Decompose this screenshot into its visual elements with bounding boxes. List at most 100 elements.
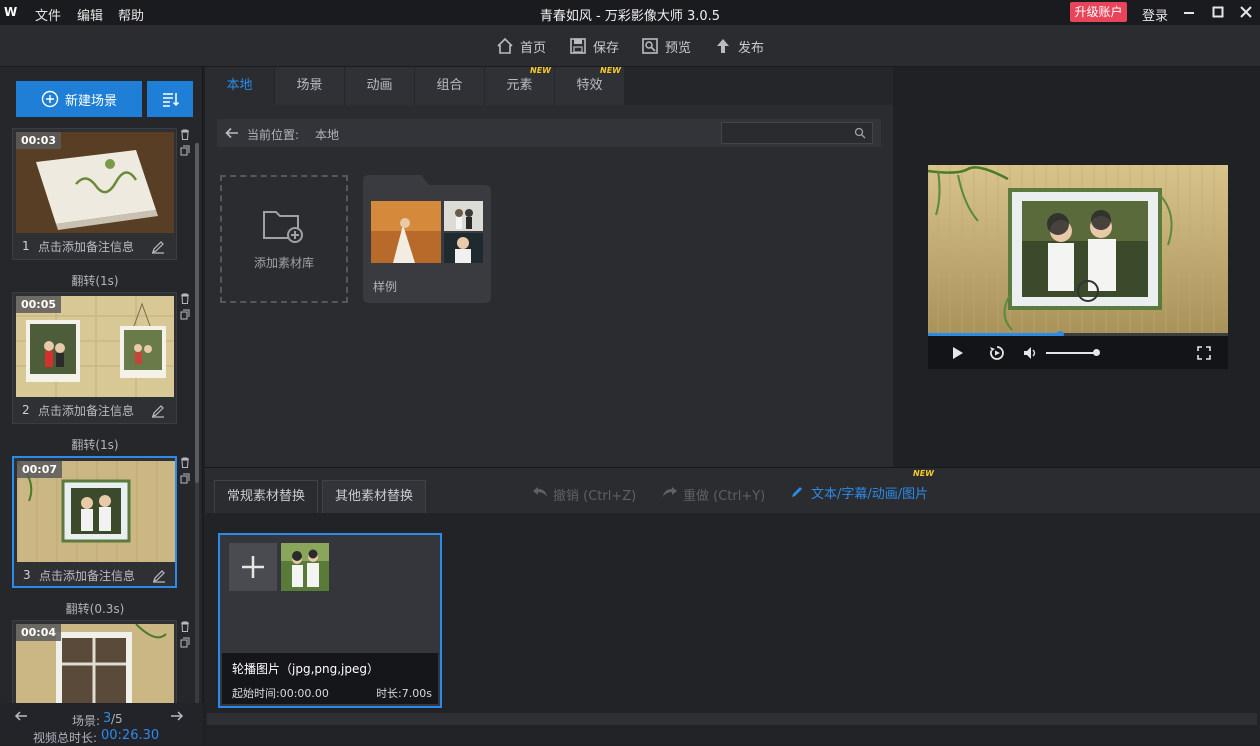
play-icon[interactable]: [952, 346, 964, 360]
copy-icon[interactable]: [180, 309, 190, 320]
transition-label[interactable]: 翻转(1s): [0, 436, 190, 453]
tab-local[interactable]: 本地: [205, 67, 275, 105]
edit-icon[interactable]: [151, 404, 165, 418]
fullscreen-icon[interactable]: [1197, 346, 1211, 360]
delete-icon[interactable]: [180, 293, 190, 304]
card-start-time: 起始时间:00:00.00: [232, 687, 329, 700]
tab-animation[interactable]: 动画: [345, 67, 415, 105]
scene-index: 1: [22, 239, 30, 253]
replay-icon[interactable]: [989, 345, 1005, 361]
tab-regular-replace[interactable]: 常规素材替换: [214, 480, 319, 514]
text-subtitle-edit-link[interactable]: 文本/字幕/动画/图片: [811, 483, 928, 502]
new-scene-label: 新建场景: [64, 93, 117, 109]
search-icon[interactable]: [854, 127, 866, 139]
delete-icon[interactable]: [180, 129, 190, 140]
back-arrow-icon[interactable]: [225, 127, 239, 139]
pencil-icon: [792, 487, 802, 497]
location-value[interactable]: 本地: [315, 126, 339, 143]
scene-note[interactable]: 点击添加备注信息: [38, 402, 134, 419]
edit-icon[interactable]: [151, 240, 165, 254]
delete-icon[interactable]: [180, 457, 190, 468]
add-image-button[interactable]: [229, 543, 277, 591]
card-info: 轮播图片（jpg,png,jpeg） 起始时间:00:00.00 时长:7.00…: [222, 653, 438, 704]
close-icon[interactable]: [1238, 4, 1254, 20]
scene-count-label: 场景:: [72, 714, 101, 728]
carousel-image-card[interactable]: 轮播图片（jpg,png,jpeg） 起始时间:00:00.00 时长:7.00…: [218, 533, 442, 708]
sample-folder[interactable]: 样例: [363, 175, 491, 303]
maximize-icon[interactable]: [1210, 4, 1226, 20]
save-label: 保存: [593, 40, 620, 56]
login-link[interactable]: 登录: [1142, 5, 1168, 24]
upgrade-account-button[interactable]: 升级账户: [1070, 2, 1127, 22]
preview-icon: [642, 38, 658, 54]
image-thumbnail[interactable]: [281, 543, 329, 591]
preview-button[interactable]: 预览: [641, 36, 691, 56]
save-button[interactable]: 保存: [569, 36, 619, 56]
search-input[interactable]: [721, 122, 873, 144]
add-library-button[interactable]: 添加素材库: [220, 175, 348, 303]
publish-button[interactable]: 发布: [714, 36, 764, 56]
tab-combination[interactable]: 组合: [415, 67, 485, 105]
list-sort-icon: [163, 93, 180, 107]
card-title: 轮播图片（jpg,png,jpeg）: [232, 662, 379, 676]
folder-name: 样例: [373, 280, 398, 294]
video-controls: [928, 336, 1228, 369]
scene-footer: 场景: 3 /5 视频总时长: 00:26.30: [0, 703, 203, 745]
add-library-label: 添加素材库: [253, 255, 314, 270]
tab-scene[interactable]: 场景: [275, 67, 345, 105]
scene-total: /5: [111, 712, 123, 726]
plus-icon: [242, 556, 264, 578]
preview-panel: [893, 67, 1260, 467]
scene-note[interactable]: 点击添加备注信息: [39, 567, 135, 584]
scene-note[interactable]: 点击添加备注信息: [38, 238, 134, 255]
scene-card-4[interactable]: 00:04: [12, 620, 177, 704]
plus-circle-icon: [41, 90, 59, 108]
arrow-right-icon[interactable]: [170, 711, 184, 721]
scene-card-2[interactable]: 00:05 2 点击添加备注信息: [12, 292, 177, 424]
new-scene-button[interactable]: 新建场景: [16, 81, 142, 117]
folder-add-icon: [263, 210, 303, 243]
new-badge: NEW: [530, 66, 551, 75]
scene-duration: 00:05: [16, 296, 62, 313]
volume-knob[interactable]: [1093, 349, 1100, 356]
new-badge: NEW: [600, 66, 621, 75]
horizontal-scrollbar[interactable]: [207, 713, 1257, 725]
video-preview[interactable]: [928, 165, 1228, 336]
minimize-icon[interactable]: [1181, 4, 1197, 20]
transition-label[interactable]: 翻转(0.3s): [0, 600, 190, 617]
edit-icon[interactable]: [152, 569, 166, 583]
arrow-left-icon[interactable]: [14, 711, 28, 721]
home-icon: [497, 37, 513, 54]
scene-panel: 新建场景 00:03 1 点击添加备注信息 翻转(1s) 00:05 2 点击添…: [0, 67, 203, 745]
volume-icon[interactable]: [1023, 346, 1039, 360]
delete-icon[interactable]: [180, 621, 190, 632]
new-badge: NEW: [913, 469, 934, 478]
library-tabs: 本地 场景 动画 组合 元素 特效 NEW NEW: [205, 66, 893, 105]
copy-icon[interactable]: [180, 637, 190, 648]
scene-duration: 00:04: [16, 624, 62, 641]
material-library: 本地 场景 动画 组合 元素 特效 NEW NEW 当前位置: 本地 添加素材库: [205, 66, 893, 467]
scene-card-3[interactable]: 00:07 3 点击添加备注信息: [12, 456, 177, 588]
home-label: 首页: [520, 40, 547, 56]
scene-index: 2: [22, 403, 30, 417]
card-duration: 时长:7.00s: [376, 687, 432, 700]
transition-label[interactable]: 翻转(1s): [0, 272, 190, 289]
volume-slider[interactable]: [1046, 352, 1098, 354]
tab-other-replace[interactable]: 其他素材替换: [322, 480, 427, 514]
undo-icon[interactable]: [532, 485, 548, 499]
undo-button[interactable]: 撤销 (Ctrl+Z): [553, 485, 636, 504]
total-duration-value: 00:26.30: [101, 728, 160, 743]
preview-label: 预览: [665, 40, 692, 56]
scene-card-1[interactable]: 00:03 1 点击添加备注信息: [12, 128, 177, 260]
scene-sort-button[interactable]: [147, 81, 193, 117]
copy-icon[interactable]: [180, 145, 190, 156]
main-toolbar: 首页 保存 预览 发布: [0, 25, 1260, 67]
redo-icon[interactable]: [662, 485, 678, 499]
scene-scroll-thumb[interactable]: [195, 143, 199, 483]
replace-toolbar: 常规素材替换 其他素材替换 撤销 (Ctrl+Z) 重做 (Ctrl+Y) 文本…: [205, 467, 1260, 514]
publish-label: 发布: [738, 40, 765, 56]
home-button[interactable]: 首页: [496, 36, 546, 56]
redo-button[interactable]: 重做 (Ctrl+Y): [683, 485, 765, 504]
upload-icon: [717, 39, 729, 53]
copy-icon[interactable]: [180, 473, 190, 484]
